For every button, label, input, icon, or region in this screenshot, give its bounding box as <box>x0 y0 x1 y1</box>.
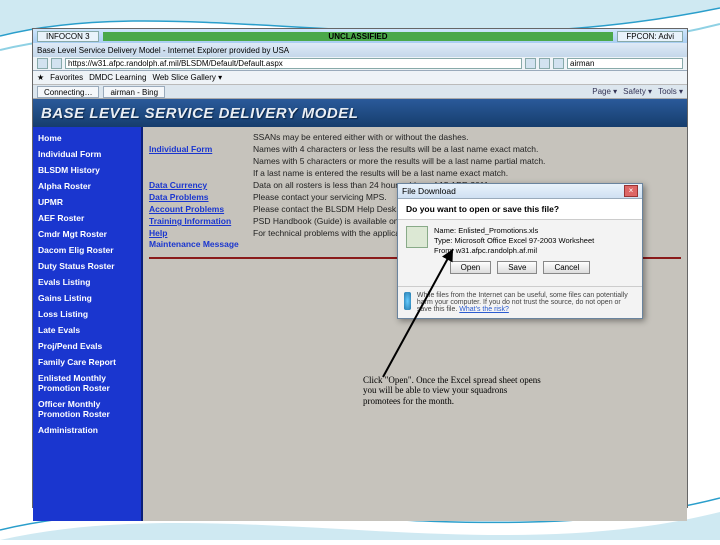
sidebar-item-upmr[interactable]: UPMR <box>33 194 141 210</box>
sidebar-item-cmdr-mgt-roster[interactable]: Cmdr Mgt Roster <box>33 226 141 242</box>
back-icon[interactable] <box>37 58 48 69</box>
sidebar-item-enlisted-promotion-roster[interactable]: Enlisted Monthly Promotion Roster <box>33 370 141 396</box>
sidebar-item-proj-pend-evals[interactable]: Proj/Pend Evals <box>33 338 141 354</box>
sidebar-item-dacom-elig-roster[interactable]: Dacom Elig Roster <box>33 242 141 258</box>
whats-the-risk-link[interactable]: What's the risk? <box>459 306 509 313</box>
dialog-warning: While files from the Internet can be use… <box>398 286 642 318</box>
excel-file-icon <box>406 226 428 248</box>
browser-window: INFOCON 3 UNCLASSIFIED FPCON: Advi Base … <box>32 28 688 508</box>
sidebar: Home Individual Form BLSDM History Alpha… <box>33 127 143 521</box>
window-title: Base Level Service Delivery Model - Inte… <box>37 46 289 55</box>
sidebar-item-officer-promotion-roster[interactable]: Officer Monthly Promotion Roster <box>33 396 141 422</box>
lab-account-problems[interactable]: Account Problems <box>149 204 247 214</box>
search-icon[interactable] <box>553 58 564 69</box>
classification-label: UNCLASSIFIED <box>103 32 614 41</box>
favorites-bar: ★ Favorites DMDC Learning Web Slice Gall… <box>33 71 687 85</box>
file-type: Microsoft Office Excel 97-2003 Worksheet <box>454 236 594 245</box>
sidebar-item-loss-listing[interactable]: Loss Listing <box>33 306 141 322</box>
sidebar-item-duty-status-roster[interactable]: Duty Status Roster <box>33 258 141 274</box>
tab-strip: Connecting… airman - Bing Page ▾ Safety … <box>33 85 687 99</box>
instruction-callout: Click "Open". Once the Excel spread shee… <box>363 375 543 406</box>
sidebar-item-gains-listing[interactable]: Gains Listing <box>33 290 141 306</box>
search-input[interactable] <box>567 58 683 69</box>
forward-icon[interactable] <box>51 58 62 69</box>
window-titlebar: Base Level Service Delivery Model - Inte… <box>33 43 687 57</box>
page-title: BASE LEVEL SERVICE DELIVERY MODEL <box>41 105 358 122</box>
menu-tools[interactable]: Tools ▾ <box>658 87 683 96</box>
lab-data-currency[interactable]: Data Currency <box>149 180 247 190</box>
note-ssan: SSANs may be entered either with or with… <box>253 132 681 142</box>
sidebar-item-administration[interactable]: Administration <box>33 422 141 438</box>
tab-connecting[interactable]: Connecting… <box>37 86 99 98</box>
fav-link-1[interactable]: Web Slice Gallery ▾ <box>152 73 222 82</box>
lab-data-problems[interactable]: Data Problems <box>149 192 247 202</box>
fav-link-0[interactable]: DMDC Learning <box>89 73 146 82</box>
lab-help[interactable]: Help <box>149 228 247 238</box>
lab-individual-form[interactable]: Individual Form <box>149 144 247 154</box>
cancel-button[interactable]: Cancel <box>543 261 590 274</box>
infocon-badge: INFOCON 3 <box>37 31 99 42</box>
file-download-dialog: File Download × Do you want to open or s… <box>397 183 643 319</box>
app-banner: BASE LEVEL SERVICE DELIVERY MODEL <box>33 99 687 127</box>
url-input[interactable] <box>65 58 522 69</box>
sidebar-item-blsdm-history[interactable]: BLSDM History <box>33 162 141 178</box>
shield-icon <box>404 292 411 310</box>
menu-safety[interactable]: Safety ▾ <box>623 87 652 96</box>
close-icon[interactable]: × <box>624 185 638 197</box>
open-button[interactable]: Open <box>450 261 492 274</box>
favorites-star-icon[interactable]: ★ <box>37 73 44 82</box>
lab-training-info[interactable]: Training Information <box>149 216 247 226</box>
sidebar-item-alpha-roster[interactable]: Alpha Roster <box>33 178 141 194</box>
file-from: w31.afpc.randolph.af.mil <box>456 246 537 255</box>
dialog-titlebar: File Download × <box>398 184 642 199</box>
save-button[interactable]: Save <box>497 261 537 274</box>
main-content: SSANs may be entered either with or with… <box>143 127 687 521</box>
fpcon-badge: FPCON: Advi <box>617 31 683 42</box>
file-name: Enlisted_Promotions.xls <box>458 226 538 235</box>
favorites-label: Favorites <box>50 73 83 82</box>
tab-airman[interactable]: airman - Bing <box>103 86 165 98</box>
sidebar-item-home[interactable]: Home <box>33 130 141 146</box>
menu-page[interactable]: Page ▾ <box>592 87 617 96</box>
sidebar-item-family-care-report[interactable]: Family Care Report <box>33 354 141 370</box>
address-bar <box>33 57 687 71</box>
classification-bar: INFOCON 3 UNCLASSIFIED FPCON: Advi <box>33 29 687 43</box>
refresh-icon[interactable] <box>525 58 536 69</box>
sidebar-item-individual-form[interactable]: Individual Form <box>33 146 141 162</box>
sidebar-item-late-evals[interactable]: Late Evals <box>33 322 141 338</box>
sidebar-item-evals-listing[interactable]: Evals Listing <box>33 274 141 290</box>
dialog-title: File Download <box>402 186 456 196</box>
command-bar: Page ▾ Safety ▾ Tools ▾ <box>574 87 683 96</box>
sidebar-item-aef-roster[interactable]: AEF Roster <box>33 210 141 226</box>
dialog-question: Do you want to open or save this file? <box>398 199 642 220</box>
stop-icon[interactable] <box>539 58 550 69</box>
